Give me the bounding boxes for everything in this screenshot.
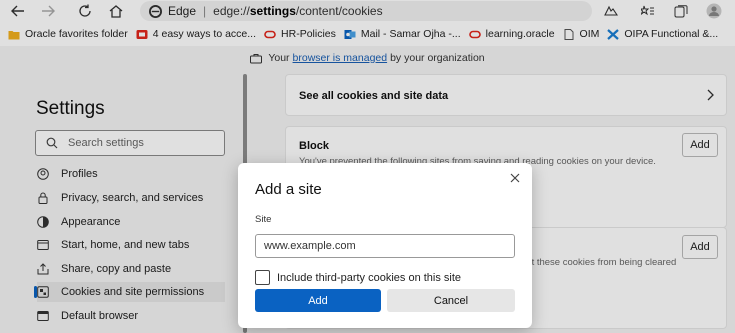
add-button[interactable]: Add: [255, 289, 381, 312]
third-party-cookies-checkbox[interactable]: [255, 270, 270, 285]
dialog-title: Add a site: [255, 181, 322, 198]
third-party-cookies-label[interactable]: Include third-party cookies on this site: [277, 272, 461, 284]
cancel-button[interactable]: Cancel: [387, 289, 515, 312]
close-icon[interactable]: [508, 171, 522, 185]
add-site-dialog: Add a site Site www.example.com Include …: [238, 163, 532, 328]
site-input[interactable]: www.example.com: [255, 234, 515, 258]
site-label: Site: [255, 214, 272, 225]
